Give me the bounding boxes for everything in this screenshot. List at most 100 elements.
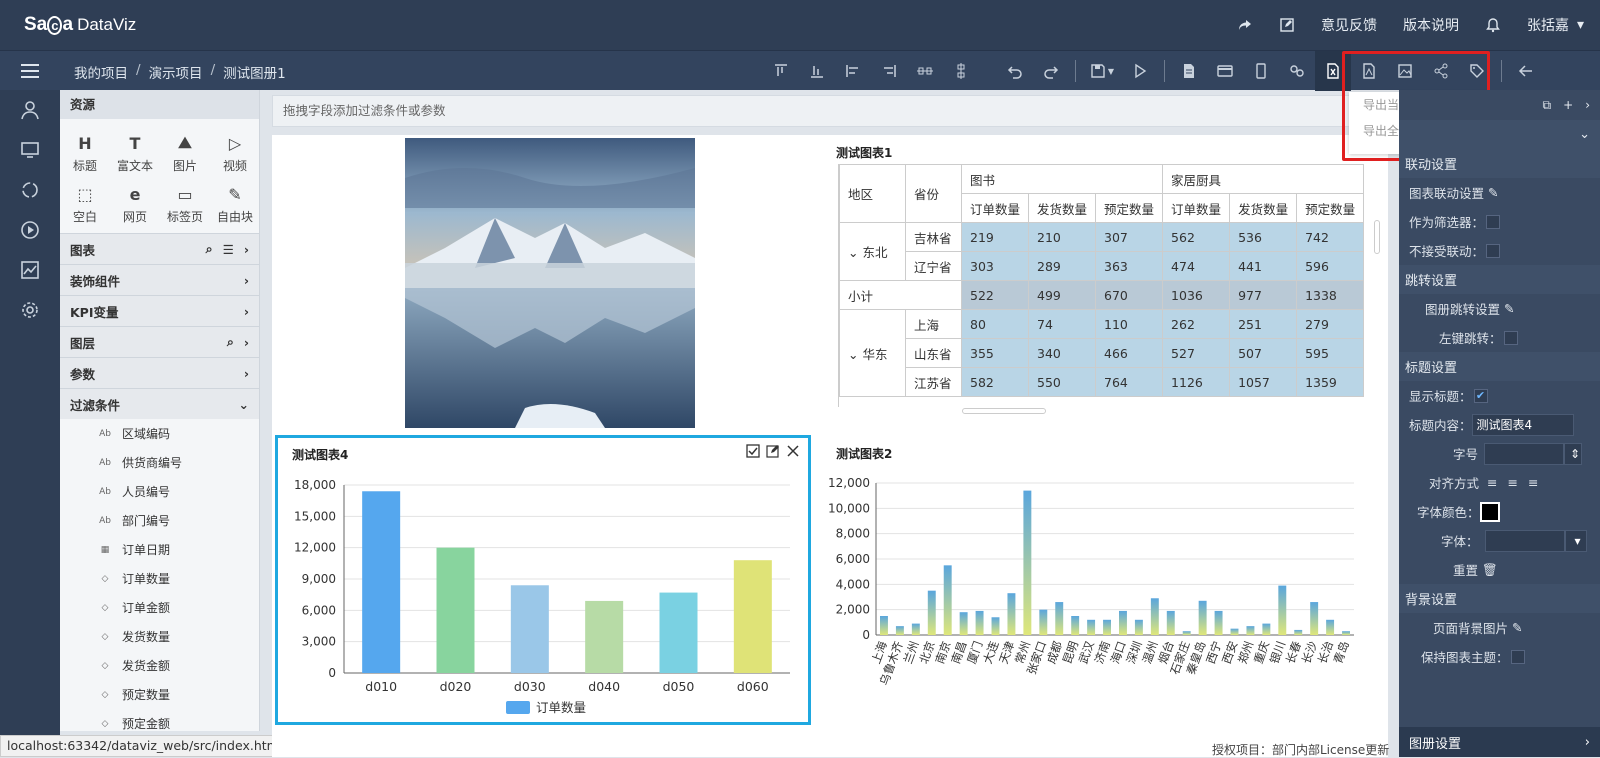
breadcrumb-item[interactable]: 演示项目 xyxy=(149,62,203,82)
section-layers[interactable]: 图层 ⌕ › xyxy=(60,326,259,357)
copy-icon[interactable]: ⧉ xyxy=(1543,98,1552,113)
chevron-right-icon[interactable]: › xyxy=(244,304,249,319)
color-swatch[interactable] xyxy=(1479,501,1500,522)
landscape-image[interactable] xyxy=(405,138,695,428)
chevron-right-icon[interactable]: › xyxy=(244,335,249,350)
font-size-input[interactable] xyxy=(1484,442,1565,465)
field-item[interactable]: Ab 人员编号 xyxy=(60,477,259,506)
section-filters[interactable]: 过滤条件 ⌄ xyxy=(60,388,259,419)
bar xyxy=(585,600,624,673)
card-icon[interactable] xyxy=(1207,51,1243,91)
list-icon[interactable]: ☰ xyxy=(223,242,234,257)
resource-item[interactable]: ⛰ 图片 xyxy=(160,133,210,174)
search-icon[interactable]: ⌕ xyxy=(206,241,213,257)
align-left-icon[interactable] xyxy=(835,51,871,91)
chevron-down-icon[interactable]: ▾ xyxy=(1564,529,1587,552)
trash-icon[interactable]: 🗑 xyxy=(1482,562,1498,578)
region-cell[interactable]: ⌄ 华东 xyxy=(839,309,906,397)
reset-button[interactable]: 重置 xyxy=(1453,560,1478,579)
field-item[interactable]: ◇ 预定金额 xyxy=(60,709,259,731)
font-family-select[interactable] xyxy=(1484,529,1565,552)
field-item[interactable]: ◇ 预定数量 xyxy=(60,680,259,709)
link-icon[interactable] xyxy=(1279,51,1315,91)
edit-square-icon[interactable] xyxy=(1279,17,1295,33)
chevron-right-icon[interactable]: › xyxy=(244,366,249,381)
chevron-down-icon[interactable]: ⌄ xyxy=(239,397,249,412)
align-bottom-icon[interactable] xyxy=(799,51,835,91)
distribute-v-icon[interactable] xyxy=(943,51,979,91)
chevron-down-icon[interactable]: ⌄ xyxy=(1579,127,1590,142)
reset-row[interactable]: 重置 🗑 xyxy=(1399,555,1600,584)
back-arrow-icon[interactable] xyxy=(1508,51,1544,91)
title-content-input[interactable]: 测试图表4 xyxy=(1471,413,1574,436)
chart4-card[interactable]: 测试图表4 0 3,000 6,000 9,000 12,000 15,000 18,000… xyxy=(275,435,811,725)
album-settings-footer[interactable]: 图册设置 › xyxy=(1399,727,1600,757)
align-icons[interactable]: ≡≡≡ xyxy=(1487,475,1548,490)
h-scrollbar[interactable] xyxy=(962,408,1046,414)
chart-link-setting[interactable]: 图表联动设置 ✎ xyxy=(1399,178,1600,207)
left-click-jump-checkbox[interactable] xyxy=(1503,330,1518,345)
section-kpi[interactable]: KPI变量 › xyxy=(60,295,259,326)
as-filter-checkbox[interactable] xyxy=(1486,214,1501,229)
user-menu[interactable]: 张括嘉 xyxy=(1527,15,1569,35)
field-item[interactable]: ◇ 订单数量 xyxy=(60,564,259,593)
settings-gear-icon[interactable] xyxy=(0,290,60,330)
chevron-right-icon[interactable]: › xyxy=(244,242,249,257)
line-chart-icon[interactable] xyxy=(0,250,60,290)
field-item[interactable]: ◇ 订单金额 xyxy=(60,593,259,622)
stepper-icon[interactable]: ⇕ xyxy=(1564,442,1583,465)
chevron-right-icon[interactable]: › xyxy=(1585,735,1590,750)
section-params[interactable]: 参数 › xyxy=(60,357,259,388)
menu-icon[interactable] xyxy=(20,61,40,81)
share-icon[interactable] xyxy=(1237,17,1253,33)
field-item[interactable]: ◇ 发货数量 xyxy=(60,622,259,651)
feedback-link[interactable]: 意见反馈 xyxy=(1321,15,1377,35)
chevron-right-icon[interactable]: › xyxy=(244,273,249,288)
distribute-h-icon[interactable] xyxy=(907,51,943,91)
region-cell[interactable]: ⌄ 东北 xyxy=(839,222,906,281)
show-title-checkbox[interactable]: ✔ xyxy=(1473,388,1488,403)
keep-theme-checkbox[interactable] xyxy=(1510,649,1525,664)
field-item[interactable]: Ab 部门编号 xyxy=(60,506,259,535)
cycle-icon[interactable] xyxy=(0,170,60,210)
document-icon[interactable] xyxy=(1171,51,1207,91)
align-top-icon[interactable] xyxy=(763,51,799,91)
panel-collapse[interactable]: ⌄ xyxy=(1399,120,1600,149)
no-link-checkbox[interactable] xyxy=(1486,243,1501,258)
undo-icon[interactable] xyxy=(997,51,1033,91)
chevron-down-icon[interactable]: ⌄ xyxy=(848,245,862,260)
play-circle-icon[interactable] xyxy=(0,210,60,250)
resource-item[interactable]: ▭ 标签页 xyxy=(160,184,210,225)
v-scrollbar[interactable] xyxy=(1374,220,1380,254)
chevron-down-icon[interactable]: ⌄ xyxy=(848,347,862,362)
filter-drop-zone[interactable]: 拖拽字段添加过滤条件或参数 xyxy=(272,95,1388,127)
play-icon[interactable] xyxy=(1122,51,1158,91)
breadcrumb-item[interactable]: 我的项目 xyxy=(74,62,128,82)
bell-icon[interactable] xyxy=(1485,17,1501,33)
bg-image-row[interactable]: 页面背景图片 ✎ xyxy=(1399,613,1600,642)
monitor-icon[interactable] xyxy=(0,130,60,170)
resource-item[interactable]: ✎ 自由块 xyxy=(210,184,260,225)
user-icon[interactable] xyxy=(0,90,60,130)
search-icon[interactable]: ⌕ xyxy=(227,334,234,350)
chevron-right-icon[interactable]: › xyxy=(1585,98,1590,112)
resource-item[interactable]: T 富文本 xyxy=(110,133,160,174)
resource-item[interactable]: ⬚ 空白 xyxy=(60,184,110,225)
section-charts[interactable]: 图表 ⌕ ☰ › xyxy=(60,233,259,264)
field-item[interactable]: Ab 区域编码 xyxy=(60,419,259,448)
field-item[interactable]: ▦ 订单日期 xyxy=(60,535,259,564)
field-item[interactable]: ◇ 发货金额 xyxy=(60,651,259,680)
plus-icon[interactable]: + xyxy=(1563,98,1573,112)
resource-item[interactable]: ▷ 视频 xyxy=(210,133,260,174)
chevron-down-icon[interactable]: ▾ xyxy=(1577,17,1584,33)
resource-item[interactable]: e 网页 xyxy=(110,184,160,225)
version-link[interactable]: 版本说明 xyxy=(1403,15,1459,35)
save-icon[interactable]: ▼ xyxy=(1082,51,1122,91)
align-right-icon[interactable] xyxy=(871,51,907,91)
redo-icon[interactable] xyxy=(1033,51,1069,91)
jump-setting[interactable]: 图册跳转设置 ✎ xyxy=(1399,294,1600,323)
section-decor[interactable]: 装饰组件 › xyxy=(60,264,259,295)
resource-item[interactable]: H 标题 xyxy=(60,133,110,174)
mobile-icon[interactable] xyxy=(1243,51,1279,91)
field-item[interactable]: Ab 供货商编号 xyxy=(60,448,259,477)
